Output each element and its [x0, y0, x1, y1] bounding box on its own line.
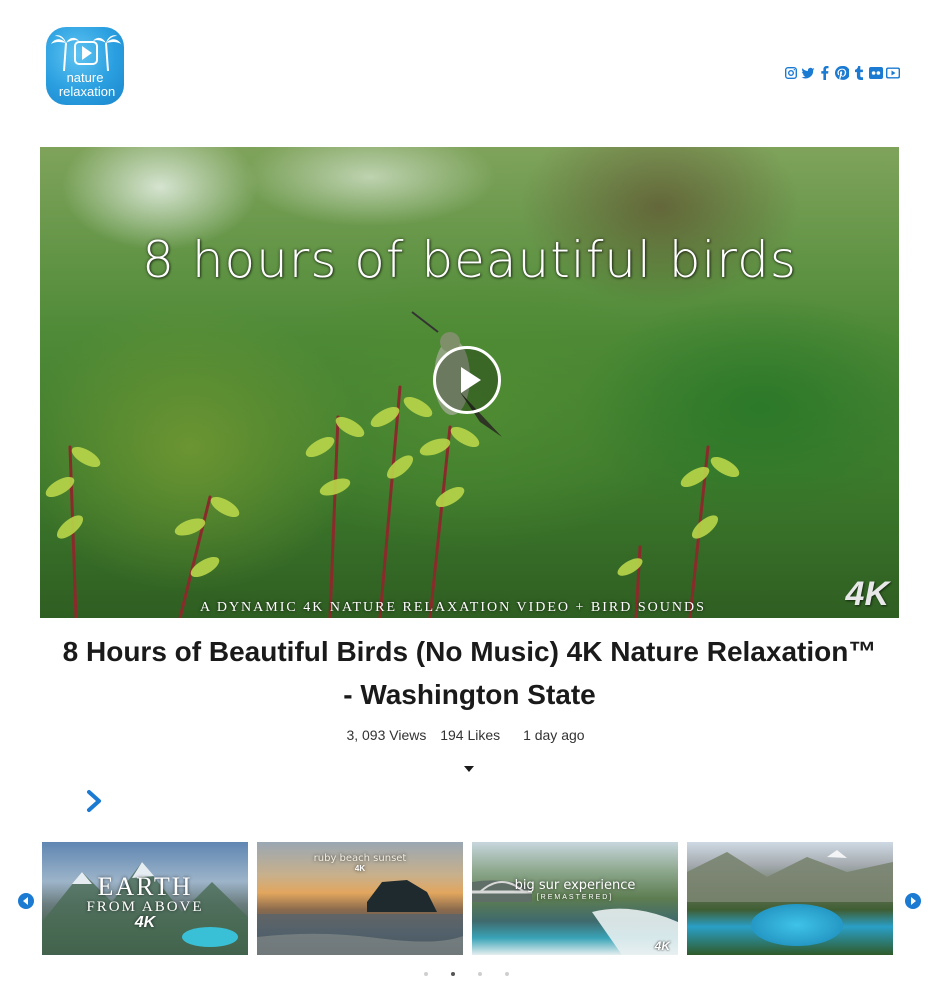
logo-text-line1: nature — [66, 70, 104, 85]
logo-text-line2: relaxation — [58, 84, 116, 99]
view-count: 3, 093 Views — [346, 727, 427, 743]
thumb-4k-badge: 4K — [654, 939, 670, 953]
thumb-title: ruby beach sunset — [313, 853, 407, 864]
carousel-prev-button[interactable] — [18, 893, 34, 909]
video-title: 8 Hours of Beautiful Birds (No Music) 4K… — [62, 636, 877, 710]
thumb-4k-badge: 4K — [134, 914, 156, 931]
video-thumbnail[interactable]: big sur experience [REMASTERED] 4K — [472, 842, 678, 955]
youtube-icon[interactable] — [886, 66, 900, 80]
flickr-icon[interactable] — [869, 66, 883, 80]
carousel-dot[interactable] — [478, 972, 482, 976]
video-meta: 3, 093 Views 194 Likes 1 day ago — [0, 727, 931, 743]
social-links — [784, 66, 900, 80]
expand-description-caret-icon[interactable] — [464, 766, 474, 772]
hero-overlay-subtitle: A DYNAMIC 4K NATURE RELAXATION VIDEO + B… — [200, 600, 706, 615]
chevron-right-icon[interactable] — [84, 789, 104, 813]
facebook-icon[interactable] — [818, 66, 832, 80]
play-triangle — [82, 46, 92, 60]
like-count: 194 Likes — [440, 727, 501, 743]
thumb-subtitle: [REMASTERED] — [536, 894, 614, 901]
twitter-icon[interactable] — [801, 66, 815, 80]
carousel-next-button[interactable] — [905, 893, 921, 909]
video-thumbnail[interactable]: EARTH FROM ABOVE 4K — [42, 842, 248, 955]
video-thumbnail[interactable] — [687, 842, 893, 955]
video-player[interactable]: 8 hours of beautiful birds A DYNAMIC 4K … — [40, 147, 899, 618]
play-button[interactable] — [433, 346, 501, 414]
carousel-dot-active[interactable] — [451, 972, 455, 976]
thumb-title: EARTH — [97, 872, 193, 901]
instagram-icon[interactable] — [784, 66, 798, 80]
thumb-4k-badge: 4K — [354, 864, 366, 873]
video-thumbnail[interactable]: ruby beach sunset 4K — [257, 842, 463, 955]
thumb-title: big sur experience — [514, 878, 636, 893]
play-icon — [461, 367, 481, 393]
upload-age: 1 day ago — [523, 727, 585, 743]
hero-overlay-title: 8 hours of beautiful birds — [142, 231, 797, 289]
tumblr-icon[interactable] — [852, 66, 866, 80]
site-logo[interactable]: nature relaxation — [46, 27, 124, 105]
carousel-dot[interactable] — [424, 972, 428, 976]
lake-shape — [751, 904, 843, 946]
carousel-dot[interactable] — [505, 972, 509, 976]
carousel-pagination — [424, 972, 509, 976]
pinterest-icon[interactable] — [835, 66, 849, 80]
hero-4k-badge: 4K — [845, 575, 889, 613]
